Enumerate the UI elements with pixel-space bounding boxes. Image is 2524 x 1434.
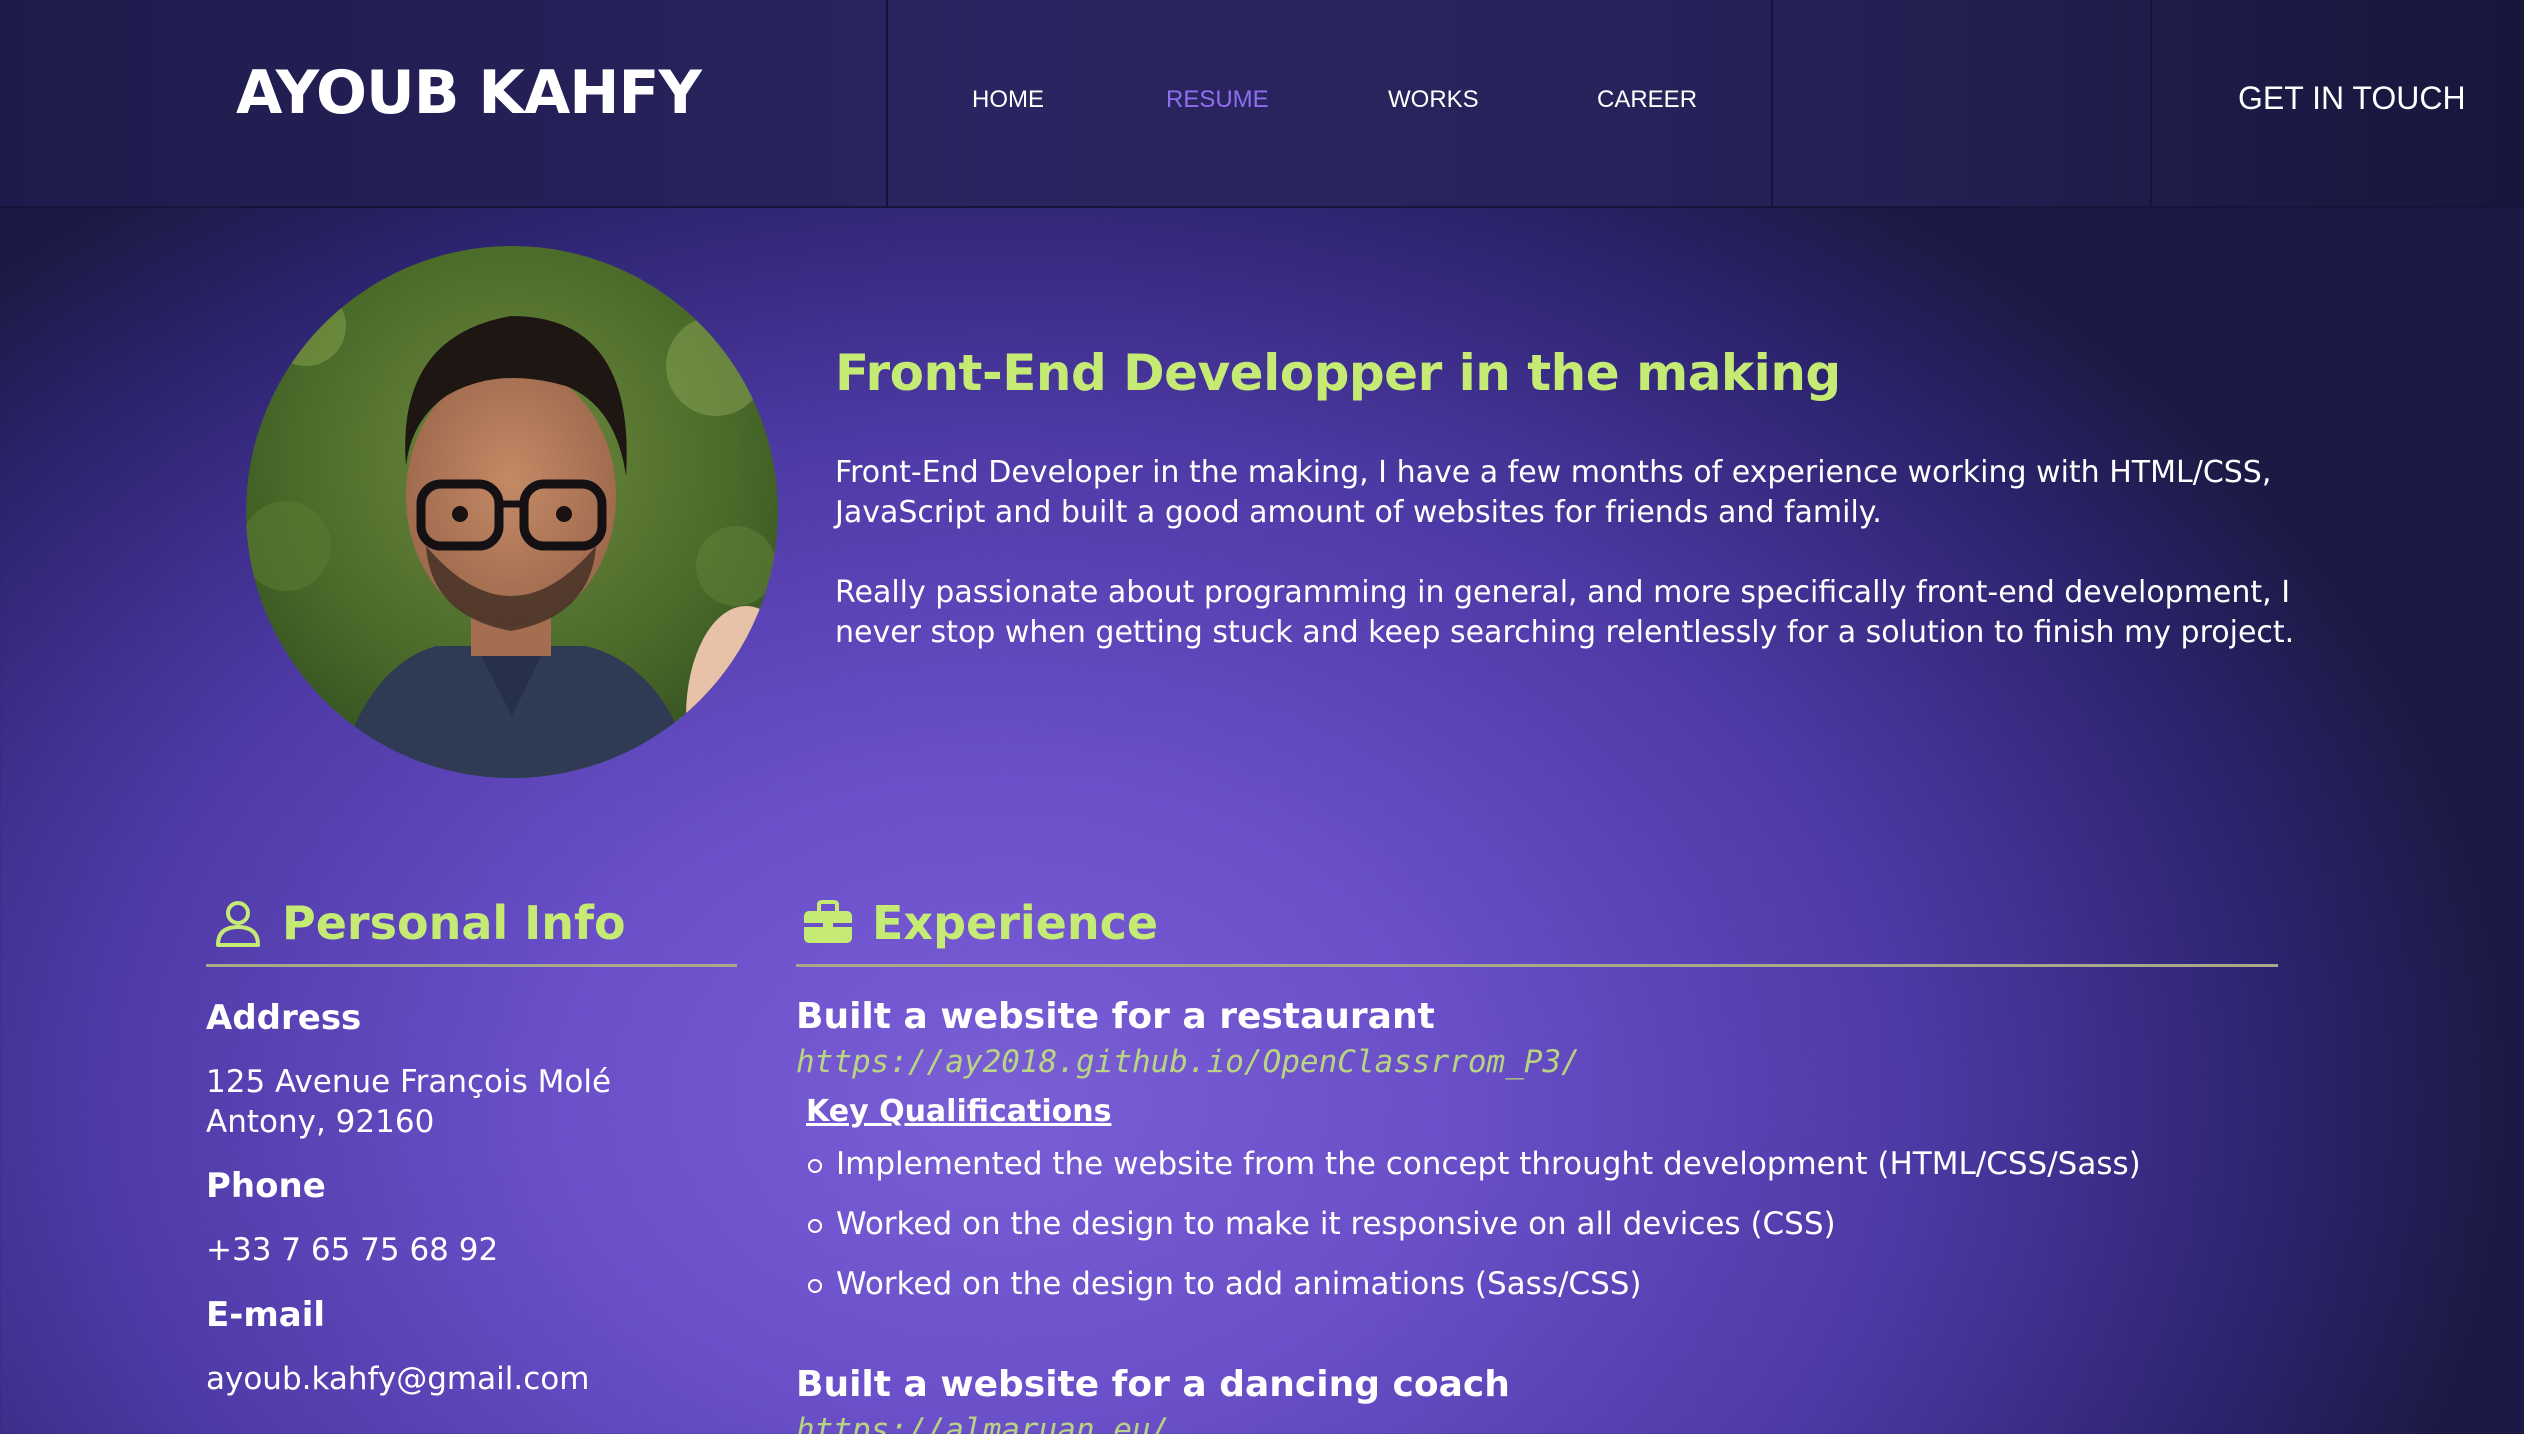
nav-career[interactable]: CAREER [1597,86,1697,114]
email-label: E-mail [206,1295,326,1335]
site-header: AYOUB KAHFY HOME RESUME WORKS CAREER GET… [0,0,2524,208]
job-link[interactable]: https://almaruan.eu/ [796,1412,1169,1434]
phone-label: Phone [206,1166,326,1206]
header-divider [886,0,888,206]
hero-paragraph: Front-End Developer in the making, I hav… [835,455,2272,530]
job-title: Built a website for a restaurant [796,996,1435,1037]
qualifications-list: Implemented the website from the concept… [806,1139,2141,1319]
nav-home[interactable]: HOME [972,86,1044,114]
hero-title: Front-End Developper in the making [835,344,1841,402]
section-title: Personal Info [282,896,626,950]
section-divider [796,964,2278,967]
job-link[interactable]: https://ay2018.github.io/OpenClassrrom_P… [796,1044,1580,1080]
address-line: 125 Avenue François Molé [206,1064,612,1100]
profile-photo [246,246,778,778]
personal-info-heading: Personal Info [212,890,626,956]
site-logo[interactable]: AYOUB KAHFY [236,58,702,128]
briefcase-icon [804,900,852,943]
job-title: Built a website for a dancing coach [796,1364,1510,1405]
section-title: Experience [872,896,1159,950]
address-line: Antony, 92160 [206,1104,435,1140]
nav-works[interactable]: WORKS [1388,86,1479,114]
list-item: Implemented the website from the concept… [806,1139,2141,1199]
email-value[interactable]: ayoub.kahfy@gmail.com [206,1359,589,1399]
user-icon [216,901,260,947]
key-qualifications-heading: Key Qualifications [806,1094,1112,1129]
nav-resume[interactable]: RESUME [1166,86,1269,114]
list-item: Worked on the design to make it responsi… [806,1199,2141,1259]
hero-paragraph: Really passionate about programming in g… [835,575,2295,650]
section-divider [206,964,737,967]
phone-value: +33 7 65 75 68 92 [206,1232,499,1268]
experience-heading: Experience [802,890,1158,956]
list-item: Worked on the design to add animations (… [806,1259,2141,1319]
get-in-touch-button[interactable]: GET IN TOUCH [2238,80,2466,117]
header-divider [2150,0,2152,206]
address-label: Address [206,998,362,1038]
header-divider [1771,0,1773,206]
